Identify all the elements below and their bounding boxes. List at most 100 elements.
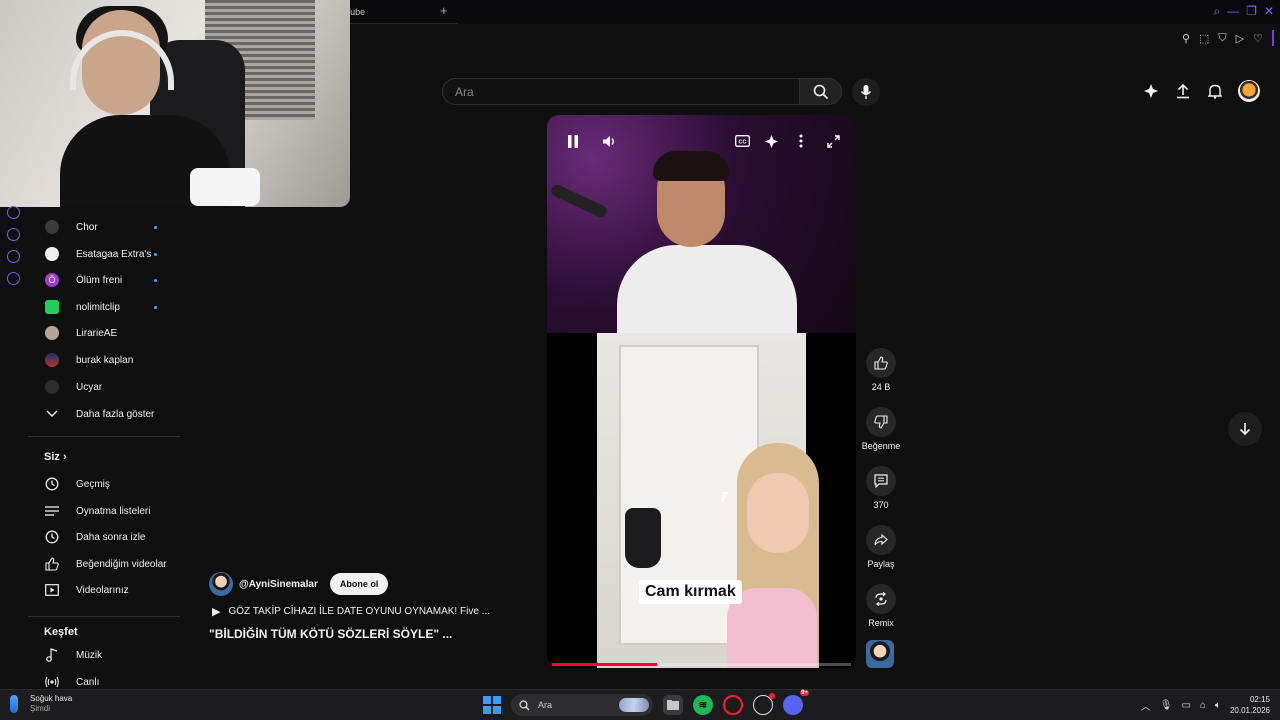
dislike-label: Beğenme <box>861 441 901 451</box>
channel-avatar-small[interactable] <box>209 572 233 596</box>
mic-icon <box>860 85 872 99</box>
screen: Tube + ⌕ — ❐ ✕ ⚲ ⬚ ⛉ ▷ ♡ Ara Chor Esatag… <box>0 0 1280 720</box>
channel-avatar <box>45 300 59 314</box>
weather-widget[interactable]: Soğuk hava Şimdi <box>10 694 72 714</box>
sidebar-item-label: Ölüm freni <box>76 274 123 286</box>
history-icon <box>45 477 59 491</box>
like-action[interactable]: 24 B <box>858 348 904 392</box>
speaker-icon[interactable]: 🔈︎ <box>1215 700 1221 711</box>
rail-history-icon[interactable] <box>7 228 20 241</box>
related-video-link[interactable]: ▶ GÖZ TAKİP CİHAZI İLE DATE OYUNU OYNAMA… <box>209 605 539 618</box>
clock[interactable]: 02:15 20.01.2026 <box>1230 694 1270 716</box>
live-icon <box>45 675 59 689</box>
windows-start-icon[interactable] <box>483 696 501 714</box>
channel-avatar <box>45 353 59 367</box>
close-icon[interactable]: ✕ <box>1264 2 1274 20</box>
player-controls: CC <box>547 115 856 169</box>
sidebar-item-nolimitclip[interactable]: nolimitclip <box>28 294 178 320</box>
new-tab-button[interactable]: + <box>440 4 448 18</box>
sidebar-item-playlists[interactable]: Oynatma listeleri <box>28 498 178 524</box>
sidebar: Chor Esatagaa Extra's Ö Ölüm freni nolim… <box>28 216 188 696</box>
sidebar-divider <box>28 436 180 437</box>
new-content-dot <box>154 305 157 309</box>
minimize-icon[interactable]: — <box>1227 2 1239 20</box>
upload-icon[interactable] <box>1174 80 1192 102</box>
remix-label: Remix <box>868 618 894 628</box>
subscribe-button[interactable]: Abone ol <box>329 573 389 595</box>
sidebar-item-label: Chor <box>76 221 98 233</box>
you-section-heading[interactable]: Siz › <box>44 451 67 463</box>
like-button[interactable] <box>866 348 896 378</box>
sidebar-item-burak-kaplan[interactable]: burak kaplan <box>28 347 178 373</box>
sidebar-item-lirarieae[interactable]: LirarieAE <box>28 320 178 346</box>
screenshot-icon[interactable]: ⬚ <box>1199 32 1209 45</box>
play-icon[interactable]: ▷ <box>1236 32 1244 45</box>
sidebar-item-esatagaa[interactable]: Esatagaa Extra's <box>28 241 178 267</box>
restore-icon[interactable]: ❐ <box>1246 2 1257 20</box>
steam-icon[interactable] <box>753 693 775 715</box>
svg-text:CC: CC <box>738 139 746 145</box>
network-icon[interactable]: ⌂ <box>1200 700 1206 711</box>
sidebar-item-olum-freni[interactable]: Ö Ölüm freni <box>28 267 178 293</box>
gemini-icon[interactable] <box>1142 80 1160 102</box>
next-short-button[interactable] <box>1228 412 1262 446</box>
remix-button[interactable] <box>866 584 896 614</box>
fullscreen-icon[interactable] <box>824 132 842 150</box>
more-options-icon[interactable] <box>792 132 810 150</box>
notifications-icon[interactable] <box>1206 80 1224 102</box>
shield-icon[interactable]: ⛉ <box>1218 32 1226 45</box>
chevron-up-icon[interactable]: ︿ <box>1141 698 1151 713</box>
sidebar-item-watch-later[interactable]: Daha sonra izle <box>28 524 178 550</box>
pin-icon[interactable]: ⚲ <box>1182 32 1190 45</box>
comments-action[interactable]: 370 <box>858 466 904 510</box>
search-icon[interactable]: ⌕ <box>1213 2 1220 20</box>
voice-search-button[interactable] <box>852 78 880 106</box>
discord-badge: 9+ <box>800 690 809 696</box>
share-label: Paylaş <box>867 559 895 569</box>
taskbar-apps: Ara ≋ 9+ <box>483 690 809 716</box>
shorts-player[interactable]: Cam kırmak CC <box>547 115 856 668</box>
share-action[interactable]: Paylaş <box>858 525 904 569</box>
channel-name[interactable]: @AyniSinemalar <box>239 579 318 590</box>
search-button[interactable] <box>799 78 842 105</box>
taskbar: Soğuk hava Şimdi Ara ≋ 9+ ︿ 🎙︎ ▭ ⌂ 🔈︎ 02… <box>0 689 1280 720</box>
gemini-ask-icon[interactable] <box>762 132 780 150</box>
weather-title: Soğuk hava <box>30 694 73 703</box>
sidebar-item-liked-videos[interactable]: Beğendiğim videolar <box>28 551 178 577</box>
progress-bar[interactable] <box>552 663 851 666</box>
discord-icon[interactable]: 9+ <box>783 690 809 715</box>
pause-icon[interactable] <box>564 132 582 150</box>
share-button[interactable] <box>866 525 896 555</box>
display-icon[interactable]: ▭ <box>1181 700 1190 711</box>
spotify-icon[interactable]: ≋ <box>693 695 713 715</box>
heart-icon[interactable]: ♡ <box>1253 32 1263 45</box>
file-explorer-icon[interactable] <box>663 695 683 715</box>
sidebar-item-label: Canlı <box>76 676 100 688</box>
captions-icon[interactable]: CC <box>733 132 751 150</box>
short-title[interactable]: "BİLDİĞİN TÜM KÖTÜ SÖZLERİ SÖYLE" ... <box>209 627 539 641</box>
volume-icon[interactable] <box>600 132 618 150</box>
sidebar-toggle[interactable] <box>1272 30 1274 46</box>
search-highlight-image <box>619 698 649 712</box>
comments-button[interactable] <box>866 466 896 496</box>
rail-extensions-icon[interactable] <box>7 250 20 263</box>
channel-avatar[interactable] <box>866 640 894 668</box>
search-input[interactable]: Ara <box>442 78 800 105</box>
dislike-button[interactable] <box>866 407 896 437</box>
dislike-action[interactable]: Beğenme <box>858 407 904 451</box>
comment-icon <box>874 474 888 488</box>
sidebar-item-your-videos[interactable]: Videolarınız <box>28 577 178 603</box>
taskbar-search[interactable]: Ara <box>511 694 653 716</box>
show-more-button[interactable]: Daha fazla göster <box>28 401 178 427</box>
sidebar-item-history[interactable]: Geçmiş <box>28 471 178 497</box>
rail-add-icon[interactable] <box>7 206 20 219</box>
sidebar-item-chor[interactable]: Chor <box>28 214 178 240</box>
chevron-right-icon: › <box>62 451 67 463</box>
opera-gx-icon[interactable] <box>723 695 743 715</box>
account-avatar[interactable] <box>1238 80 1260 102</box>
microphone-icon[interactable]: 🎙︎ <box>1160 700 1173 711</box>
sidebar-item-music[interactable]: Müzik <box>28 642 178 668</box>
sidebar-item-ucyar[interactable]: Ucyar <box>28 374 178 400</box>
remix-action[interactable]: Remix <box>858 584 904 628</box>
rail-settings-icon[interactable] <box>7 272 20 285</box>
